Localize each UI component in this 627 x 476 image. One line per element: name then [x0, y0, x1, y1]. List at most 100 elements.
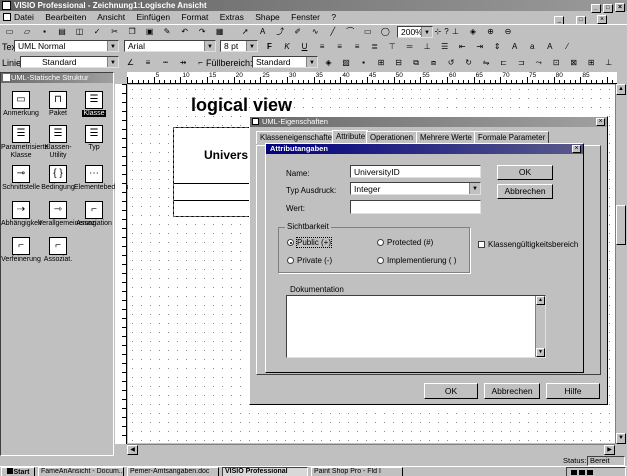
zoom-out-icon[interactable]: ⊖	[501, 25, 514, 38]
save-icon[interactable]: ▪	[38, 25, 51, 38]
pencil-icon[interactable]: ✐	[291, 25, 304, 38]
glue-icon[interactable]: ⊠	[567, 56, 580, 69]
menu-bearbeiten[interactable]: Bearbeiten	[45, 12, 86, 22]
task-famean[interactable]: FameAnAnsicht - Docum...	[38, 467, 124, 476]
stencil-param-klasse[interactable]: ☰ Parametrisierte Klasse	[1, 125, 48, 160]
fill-color-icon[interactable]: ◈	[322, 56, 335, 69]
dialog-help-button[interactable]: Hilfe	[546, 383, 600, 399]
scroll-left-button[interactable]: ◀	[127, 445, 138, 455]
scroll-down-button[interactable]: ▼	[616, 433, 626, 444]
dialog-title-bar[interactable]: UML-Eigenschaften ×	[250, 117, 607, 127]
menu-extras[interactable]: Extras	[220, 12, 244, 22]
snap-icon[interactable]: ⊡	[550, 56, 563, 69]
line-pattern-icon[interactable]: ┅	[159, 56, 172, 69]
vertical-scrollbar[interactable]: ▲ ▼	[615, 84, 626, 444]
subdialog-close-button[interactable]: ×	[572, 145, 581, 153]
stencil-klasse[interactable]: ☰ Klasse	[74, 91, 114, 118]
bullets-icon[interactable]: ☰	[438, 40, 451, 53]
middle-align-icon[interactable]: ═	[403, 40, 416, 53]
task-visio-active[interactable]: VISIO Professional	[222, 467, 308, 476]
line-style-select[interactable]: Standard ▼	[20, 56, 119, 68]
menu-datei[interactable]: Datei	[14, 12, 34, 22]
stencil-icon[interactable]: ▦	[213, 25, 226, 38]
value-input[interactable]	[350, 200, 481, 214]
distribute-icon[interactable]: ⊐	[515, 56, 528, 69]
ungroup-icon[interactable]: ⧈	[427, 56, 440, 69]
line-ends-icon[interactable]: ⇸	[177, 56, 190, 69]
stencil-verallgemeinerung[interactable]: ⇾ Verallgemeinerung	[38, 201, 96, 228]
bring-front-icon[interactable]: ⊞	[375, 56, 388, 69]
bold-icon[interactable]: F	[263, 40, 276, 53]
paste-icon[interactable]: ▣	[143, 25, 156, 38]
chevron-down-icon[interactable]: ▼	[246, 41, 257, 51]
radio-protected[interactable]: Protected (#)	[377, 238, 433, 247]
bottom-align-icon[interactable]: ⊥	[421, 40, 434, 53]
stencil-verfeinerung[interactable]: ⌐ Verfeinerung	[1, 237, 41, 264]
text-block-icon[interactable]: ⁄	[561, 40, 574, 53]
dialog-close-button[interactable]: ×	[596, 118, 605, 126]
chevron-down-icon[interactable]: ▼	[204, 41, 215, 51]
rotate-left-icon[interactable]: ↺	[445, 56, 458, 69]
fill-style-select[interactable]: Standard ▼	[252, 56, 318, 68]
shrink-font-icon[interactable]: a	[526, 40, 539, 53]
font-select[interactable]: Arial ▼	[124, 40, 216, 52]
chevron-down-icon[interactable]: ▼	[469, 183, 480, 194]
new-icon[interactable]: ▭	[3, 25, 16, 38]
fill-pattern-icon[interactable]: ▨	[340, 56, 353, 69]
top-align-icon[interactable]: ⊤	[386, 40, 399, 53]
subdialog-cancel-button[interactable]: Abbrechen	[497, 184, 553, 199]
stencil-utility[interactable]: ☰ Klassen-Utility	[38, 125, 78, 160]
line-color-icon[interactable]: ∠	[124, 56, 137, 69]
doc-scrollbar[interactable]: ▲ ▼	[535, 296, 545, 357]
spacing-icon[interactable]: ⇕	[491, 40, 504, 53]
help-pointer-icon[interactable]: ?	[440, 25, 453, 38]
connect-icon[interactable]: ⤳	[532, 56, 545, 69]
horizontal-scrollbar[interactable]: ◀ ▶	[127, 444, 615, 455]
freeform-icon[interactable]: ∿	[309, 25, 322, 38]
radio-implementation[interactable]: Implementierung ( )	[377, 256, 456, 265]
chevron-down-icon[interactable]: ▼	[306, 57, 317, 67]
dialog-ok-button[interactable]: OK	[424, 383, 478, 399]
stencil-schnittstelle[interactable]: ⊸ Schnittstelle	[1, 165, 41, 192]
menu-format[interactable]: Format	[181, 12, 208, 22]
ellipse-icon[interactable]: ◯	[379, 25, 392, 38]
copy-icon[interactable]: ❐	[126, 25, 139, 38]
dialog-cancel-button[interactable]: Abbrechen	[484, 383, 540, 399]
send-back-icon[interactable]: ⊟	[392, 56, 405, 69]
arc-icon[interactable]: ⌒	[344, 25, 357, 38]
format-painter-icon[interactable]: ✎	[161, 25, 174, 38]
radio-implementation-indicator[interactable]	[377, 257, 384, 265]
line-icon[interactable]: ╱	[326, 25, 339, 38]
align-shapes-icon[interactable]: ⊏	[497, 56, 510, 69]
stencil-abhaengigkeit[interactable]: ⇢ Abhängigkeit	[1, 201, 41, 228]
open-icon[interactable]: ▱	[21, 25, 34, 38]
undo-icon[interactable]: ↶	[178, 25, 191, 38]
class-scope-checkbox-box[interactable]	[478, 241, 485, 249]
type-select[interactable]: Integer ▼	[350, 182, 481, 195]
rectangle-icon[interactable]: ▭	[361, 25, 374, 38]
font-color-icon[interactable]: A	[543, 40, 556, 53]
documentation-textarea[interactable]: ▲ ▼	[286, 295, 546, 358]
subdialog-title-bar[interactable]: Attributangaben ×	[266, 144, 583, 154]
pointer-icon[interactable]: ➚	[239, 25, 252, 38]
preview-icon[interactable]: ◫	[73, 25, 86, 38]
scroll-right-button[interactable]: ▶	[604, 445, 615, 455]
stencil-typ[interactable]: ☰ Typ	[74, 125, 114, 152]
redo-icon[interactable]: ↷	[196, 25, 209, 38]
radio-private-indicator[interactable]	[287, 257, 294, 265]
guide-icon[interactable]: ⊥	[602, 56, 615, 69]
stencil-anmerkung[interactable]: ▭ Anmerkung	[1, 91, 41, 118]
scroll-thumb[interactable]	[616, 205, 626, 245]
zoom-in-icon[interactable]: ⊕	[484, 25, 497, 38]
flip-icon[interactable]: ⇋	[480, 56, 493, 69]
menu-fenster[interactable]: Fenster	[291, 12, 320, 22]
underline-icon[interactable]: U	[298, 40, 311, 53]
stencil-title-bar[interactable]: UML-Statische Struktur	[1, 73, 113, 83]
print-icon[interactable]: ▤	[56, 25, 69, 38]
name-input[interactable]: UniversityID	[350, 165, 481, 178]
cut-icon[interactable]: ✂	[108, 25, 121, 38]
radio-public[interactable]: Public (+)	[287, 237, 333, 248]
text-style-select[interactable]: UML Normal ▼	[14, 40, 119, 52]
line-weight-icon[interactable]: ≡	[142, 56, 155, 69]
doc-close-button[interactable]: ×	[597, 15, 607, 24]
